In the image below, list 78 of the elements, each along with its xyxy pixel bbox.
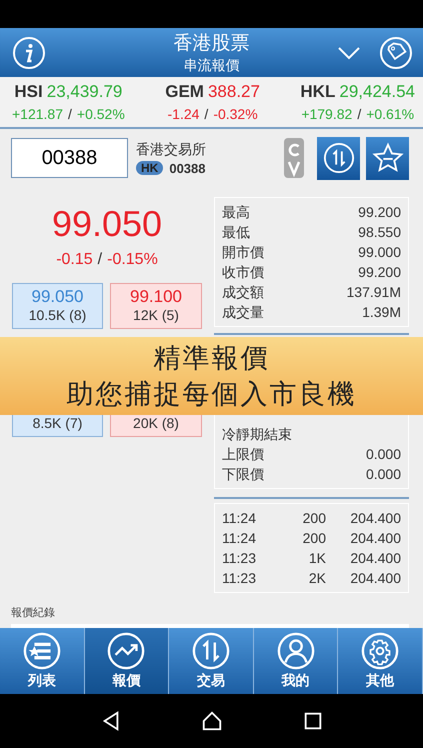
- chevron-down-icon[interactable]: [337, 46, 361, 60]
- page-title: 香港股票: [172, 32, 250, 56]
- price-change: -0.15: [56, 251, 93, 268]
- banner-tagline: 助您捕捉每個入市良機: [66, 378, 356, 411]
- watchlist-button[interactable]: [366, 136, 409, 180]
- list-icon: [22, 632, 61, 670]
- up-down-arrows-icon: [322, 142, 354, 174]
- index-percent: -0.32%: [213, 106, 258, 122]
- trade-price: 204.400: [349, 529, 401, 548]
- trade-volume: 200: [302, 529, 326, 548]
- index-value: 23,439.79: [46, 82, 122, 102]
- ask-volume: 20K (8): [133, 415, 179, 431]
- stat-value: 98.550: [358, 223, 401, 242]
- index-percent: +0.52%: [76, 106, 125, 122]
- trade-volume: 1K: [308, 549, 326, 568]
- stat-value: 99.000: [358, 243, 401, 262]
- index-change: +121.87: [12, 106, 63, 122]
- trend-chart-icon: [107, 632, 146, 670]
- index-change: +179.82: [301, 106, 352, 122]
- separator: /: [357, 106, 362, 122]
- trade-price: 204.400: [349, 549, 401, 568]
- bid-volume: 10.5K (8): [28, 307, 86, 323]
- separator: /: [98, 251, 102, 268]
- tab[interactable]: 報價: [84, 628, 170, 694]
- stat-label: 冷靜期結束: [222, 425, 292, 444]
- ask-volume: 12K (5): [133, 307, 179, 323]
- bid-price: 99.050: [32, 287, 84, 307]
- trade-time: 11:24: [222, 529, 256, 548]
- index-value: 388.27: [208, 82, 260, 102]
- trade-price: 204.400: [349, 569, 401, 588]
- trade-price: 204.400: [349, 509, 401, 528]
- settings-icon: [361, 632, 400, 670]
- stat-value: 137.91M: [346, 283, 401, 302]
- stat-value: 0.000: [366, 445, 401, 464]
- index-change: -1.24: [168, 106, 200, 122]
- trade-time: 11:23: [222, 569, 256, 588]
- index-name: GEM: [165, 82, 204, 102]
- ask-price: 99.100: [130, 287, 182, 307]
- stat-label: 開市價: [222, 243, 264, 262]
- star-minus-icon: [372, 142, 404, 174]
- price-change-percent: -0.15%: [107, 251, 158, 268]
- section-title: 報價紀錄: [11, 607, 55, 619]
- home-icon[interactable]: [200, 710, 222, 732]
- stock-name: 香港交易所: [136, 140, 207, 158]
- stat-label: 下限價: [222, 465, 264, 484]
- user-icon: [276, 632, 315, 670]
- stat-label: 上限價: [222, 445, 264, 464]
- trade-time: 11:23: [222, 549, 256, 568]
- info-icon[interactable]: [12, 36, 46, 70]
- stat-value: 99.200: [358, 203, 401, 222]
- index-value: 29,424.54: [339, 82, 415, 102]
- trade-button[interactable]: [317, 136, 360, 180]
- page-subtitle: 串流報價: [182, 56, 240, 74]
- market-tag: HK: [136, 161, 164, 175]
- stat-label: 成交額: [222, 283, 264, 302]
- index-name: HKL: [300, 82, 336, 102]
- stat-label: 收市價: [222, 263, 264, 282]
- trade-volume: 200: [302, 509, 326, 528]
- trade-volume: 2K: [308, 569, 326, 588]
- stock-code-field[interactable]: 00388: [11, 138, 128, 178]
- stat-label: 成交量: [222, 303, 264, 322]
- stat-value: 99.200: [358, 263, 401, 282]
- index-percent: +0.61%: [366, 106, 414, 122]
- index-name: HSI: [14, 82, 43, 102]
- stat-value: 1.39M: [362, 303, 401, 322]
- up-down-arrows-icon: [192, 632, 230, 670]
- separator: /: [68, 106, 72, 122]
- stat-label: 最高: [222, 203, 250, 222]
- cv-toggle-icon[interactable]: [284, 138, 304, 178]
- bid-volume: 8.5K (7): [32, 415, 82, 431]
- separator: /: [204, 106, 208, 122]
- last-price: 99.050: [52, 203, 162, 245]
- tag-icon[interactable]: [379, 36, 413, 70]
- stat-label: 最低: [222, 223, 250, 242]
- trade-time: 11:24: [222, 509, 256, 528]
- stat-value: 0.000: [366, 465, 401, 484]
- stock-code: 00388: [169, 160, 206, 176]
- banner-headline: 精準報價: [154, 342, 270, 375]
